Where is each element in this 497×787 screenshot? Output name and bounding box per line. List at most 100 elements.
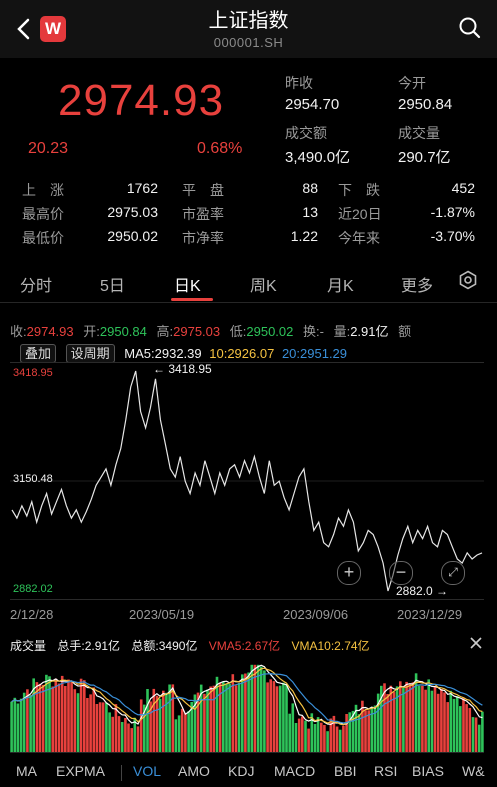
zoom-out-button[interactable]: − xyxy=(389,561,413,585)
volume-bar xyxy=(117,716,121,752)
indicator-bbi[interactable]: BBI xyxy=(334,763,357,779)
volume-bar xyxy=(124,718,127,752)
indicator-ma[interactable]: MA xyxy=(16,763,37,779)
indicator-bias[interactable]: BIAS xyxy=(412,763,444,779)
pe-value: 13 xyxy=(302,204,318,220)
ytd-label: 今年来 xyxy=(338,230,380,246)
indicator-expma[interactable]: EXPMA xyxy=(56,763,105,779)
search-button[interactable] xyxy=(458,16,482,40)
low-info-value: 2950.02 xyxy=(246,324,294,339)
kline-chart[interactable]: 3418.95 3150.48 2882.02 ← 3418.95 2882.0… xyxy=(10,362,484,600)
close-label: 收: xyxy=(10,324,27,339)
volume-bar xyxy=(152,688,156,752)
last20-label: 近20日 xyxy=(338,206,382,222)
volume-bar xyxy=(471,717,475,752)
peak-annotation: ← 3418.95 xyxy=(153,362,212,376)
x-date-2: 2023/05/19 xyxy=(129,607,195,622)
turnover-value: 3,490.0亿 xyxy=(285,149,351,166)
volume-bar xyxy=(19,698,23,752)
volume-bar xyxy=(70,682,73,752)
overlay-button[interactable]: 叠加 xyxy=(20,344,57,363)
pe-label: 市盈率 xyxy=(182,206,224,222)
tab-monthly-k[interactable]: 月K xyxy=(327,272,354,296)
tab-daily-k[interactable]: 日K xyxy=(174,272,201,296)
search-icon xyxy=(459,17,481,39)
volume-bar xyxy=(101,702,105,752)
volume-bar xyxy=(342,725,345,752)
high-value: 2975.03 xyxy=(107,204,158,220)
volume-bar xyxy=(60,675,64,752)
volume-bar xyxy=(430,690,434,752)
indicator-bar: MA EXPMA VOL AMO KDJ MACD BBI RSI BIAS W… xyxy=(0,755,497,787)
volume-bar xyxy=(139,699,143,752)
low-info-label: 低: xyxy=(229,324,247,339)
volume-bar xyxy=(465,704,468,752)
indicator-vol[interactable]: VOL xyxy=(133,763,161,779)
volume-bar xyxy=(13,697,17,752)
volume-chart[interactable] xyxy=(10,650,484,753)
tab-weekly-k[interactable]: 周K xyxy=(250,272,277,296)
prev-close-label: 昨收 xyxy=(285,75,313,91)
fullscreen-button[interactable]: ⤢ xyxy=(441,561,465,585)
volume-bar xyxy=(51,686,54,752)
close-icon xyxy=(470,637,482,649)
indicator-kdj[interactable]: KDJ xyxy=(228,763,254,779)
volume-bar xyxy=(16,703,20,752)
decliners-label: 下 跌 xyxy=(338,182,380,198)
indicator-wr[interactable]: W& xyxy=(462,763,485,779)
indicator-macd[interactable]: MACD xyxy=(274,763,315,779)
volume-bar xyxy=(335,726,339,752)
tab-more[interactable]: 更多 xyxy=(401,272,433,296)
volume-bar xyxy=(446,702,449,752)
open-info-label: 开: xyxy=(83,324,100,339)
tab-intraday[interactable]: 分时 xyxy=(20,272,52,296)
volume-bar xyxy=(228,683,231,752)
volume-bar xyxy=(291,703,295,752)
volume-bar xyxy=(38,683,42,752)
chart-period-tabs: 分时 5日 日K 周K 月K 更多 xyxy=(0,262,497,303)
volume-bar xyxy=(54,678,58,752)
set-period-button[interactable]: 设周期 xyxy=(65,344,115,363)
volume-bar xyxy=(452,698,456,752)
tab-5day[interactable]: 5日 xyxy=(100,272,125,296)
amount-info-label: 额 xyxy=(398,324,412,339)
volume-bar xyxy=(76,693,80,752)
y-axis-max: 3418.95 xyxy=(13,367,53,379)
volume-bar xyxy=(171,684,175,752)
price-change: 20.23 xyxy=(28,140,69,157)
volume-bar xyxy=(301,716,304,752)
indicator-amo[interactable]: AMO xyxy=(178,763,210,779)
volume-bar xyxy=(367,710,370,752)
unchanged-value: 88 xyxy=(302,180,318,196)
volume-bar xyxy=(440,689,443,752)
volume-bar xyxy=(29,695,32,752)
vol-info-value: 2.91亿 xyxy=(350,324,389,339)
volume-bar xyxy=(79,678,83,752)
volume-bar xyxy=(478,724,481,752)
last-price: 2974.93 xyxy=(58,76,225,125)
volume-bar xyxy=(64,686,67,752)
volume-bar xyxy=(272,681,276,752)
volume-bar xyxy=(392,692,396,752)
volume-bar xyxy=(67,679,70,752)
volume-bar xyxy=(316,717,320,752)
volume-bar xyxy=(345,714,348,752)
volume-bar xyxy=(89,694,92,752)
expand-icon: ⤢ xyxy=(448,565,458,579)
volume-bar xyxy=(443,692,446,752)
volume-bar xyxy=(57,683,61,752)
volume-bar xyxy=(307,728,310,752)
volume-bar xyxy=(174,719,178,752)
indicator-rsi[interactable]: RSI xyxy=(374,763,397,779)
volume-plot-area xyxy=(10,664,484,752)
volume-bar xyxy=(256,664,260,752)
volume-bar xyxy=(266,682,269,752)
volume-bar xyxy=(86,698,89,752)
trough-annotation: 2882.0 → xyxy=(396,584,449,598)
divider xyxy=(121,765,122,781)
volume-bar xyxy=(127,723,130,752)
open-label: 今开 xyxy=(398,75,426,91)
advancers-label: 上 涨 xyxy=(22,182,64,198)
zoom-in-button[interactable]: + xyxy=(337,561,361,585)
chart-settings-button[interactable] xyxy=(458,270,478,295)
